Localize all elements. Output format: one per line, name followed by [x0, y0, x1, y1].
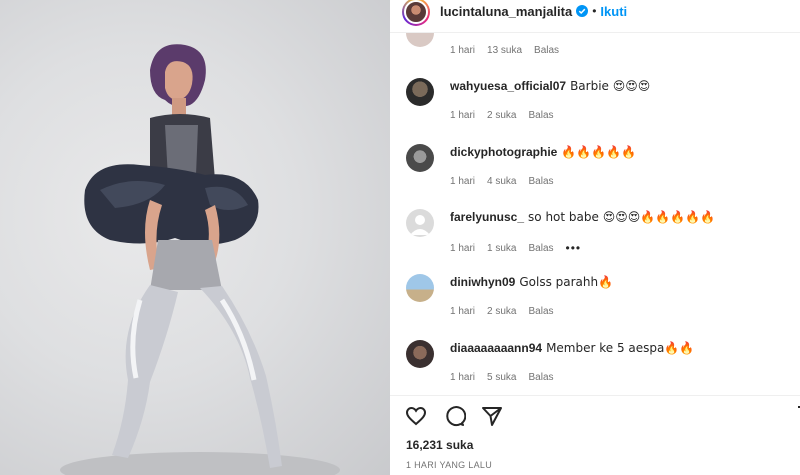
comment-text: so hot babe 😍😍😍🔥🔥🔥🔥🔥: [528, 210, 715, 224]
author-username[interactable]: lucintaluna_manjalita: [440, 4, 572, 19]
commenter-username[interactable]: diaaaaaaaann94: [450, 341, 542, 355]
comment-likes[interactable]: 2 suka: [487, 306, 516, 317]
comment-time: 1 hari: [450, 45, 476, 56]
reply-button[interactable]: Balas: [528, 372, 553, 383]
reply-button[interactable]: Balas: [528, 243, 553, 254]
verified-badge-icon: [576, 5, 589, 17]
comment-likes[interactable]: 1 suka: [487, 243, 516, 254]
comment-likes[interactable]: 4 suka: [487, 176, 516, 187]
post-photo-illustration: [60, 44, 340, 475]
commenter-username[interactable]: diniwhyn09: [450, 275, 515, 289]
post-timestamp: 1 HARI YANG LALU: [406, 460, 492, 470]
header-separator: •: [592, 4, 597, 18]
comment-options-icon[interactable]: •••: [566, 241, 582, 255]
commenter-avatar[interactable]: [406, 33, 434, 47]
post-photo[interactable]: [0, 0, 390, 475]
heart-icon[interactable]: [404, 404, 428, 428]
reply-button[interactable]: Balas: [528, 110, 553, 121]
post-actions: 16,231 suka 1 HARI YANG LALU: [390, 395, 800, 475]
comment-likes[interactable]: 5 suka: [487, 372, 516, 383]
post-header: lucintaluna_manjalita • Ikuti: [390, 0, 800, 33]
comment-text: 🔥🔥🔥🔥🔥: [561, 145, 637, 159]
comment-text: Golss parahh🔥: [519, 275, 614, 289]
reply-button[interactable]: Balas: [534, 45, 559, 56]
commenter-username[interactable]: farelyunusc_: [450, 210, 524, 224]
share-icon[interactable]: [480, 404, 504, 428]
default-avatar-icon: [410, 215, 430, 235]
comments-list[interactable]: 1 hari 13 suka Balas wahyuesa_official07…: [390, 33, 800, 395]
comment-partial: 1 hari 13 suka Balas: [406, 33, 786, 57]
commenter-avatar[interactable]: [406, 274, 434, 302]
comment-time: 1 hari: [450, 372, 476, 383]
post-side-panel: lucintaluna_manjalita • Ikuti 1 hari 13 …: [390, 0, 800, 475]
commenter-avatar[interactable]: [406, 78, 434, 106]
comment-icon[interactable]: [442, 404, 466, 428]
follow-button[interactable]: Ikuti: [600, 4, 627, 19]
comment-text: Member ke 5 aespa🔥🔥: [546, 341, 695, 355]
reply-button[interactable]: Balas: [528, 176, 553, 187]
comment-time: 1 hari: [450, 176, 476, 187]
comment-time: 1 hari: [450, 110, 476, 121]
comment-likes[interactable]: 2 suka: [487, 110, 516, 121]
commenter-avatar[interactable]: [406, 209, 434, 237]
comment-time: 1 hari: [450, 242, 476, 254]
commenter-username[interactable]: dickyphotographie: [450, 145, 557, 159]
bookmark-icon[interactable]: [796, 404, 800, 428]
comment-text: Barbie 😍😍😍: [570, 79, 651, 93]
commenter-avatar[interactable]: [406, 340, 434, 368]
reply-button[interactable]: Balas: [528, 306, 553, 317]
commenter-username[interactable]: wahyuesa_official07: [450, 79, 566, 93]
author-avatar[interactable]: [402, 0, 430, 26]
comment-time: 1 hari: [450, 306, 476, 317]
comment-likes[interactable]: 13 suka: [487, 45, 522, 56]
likes-count[interactable]: 16,231 suka: [406, 438, 473, 452]
commenter-avatar[interactable]: [406, 144, 434, 172]
